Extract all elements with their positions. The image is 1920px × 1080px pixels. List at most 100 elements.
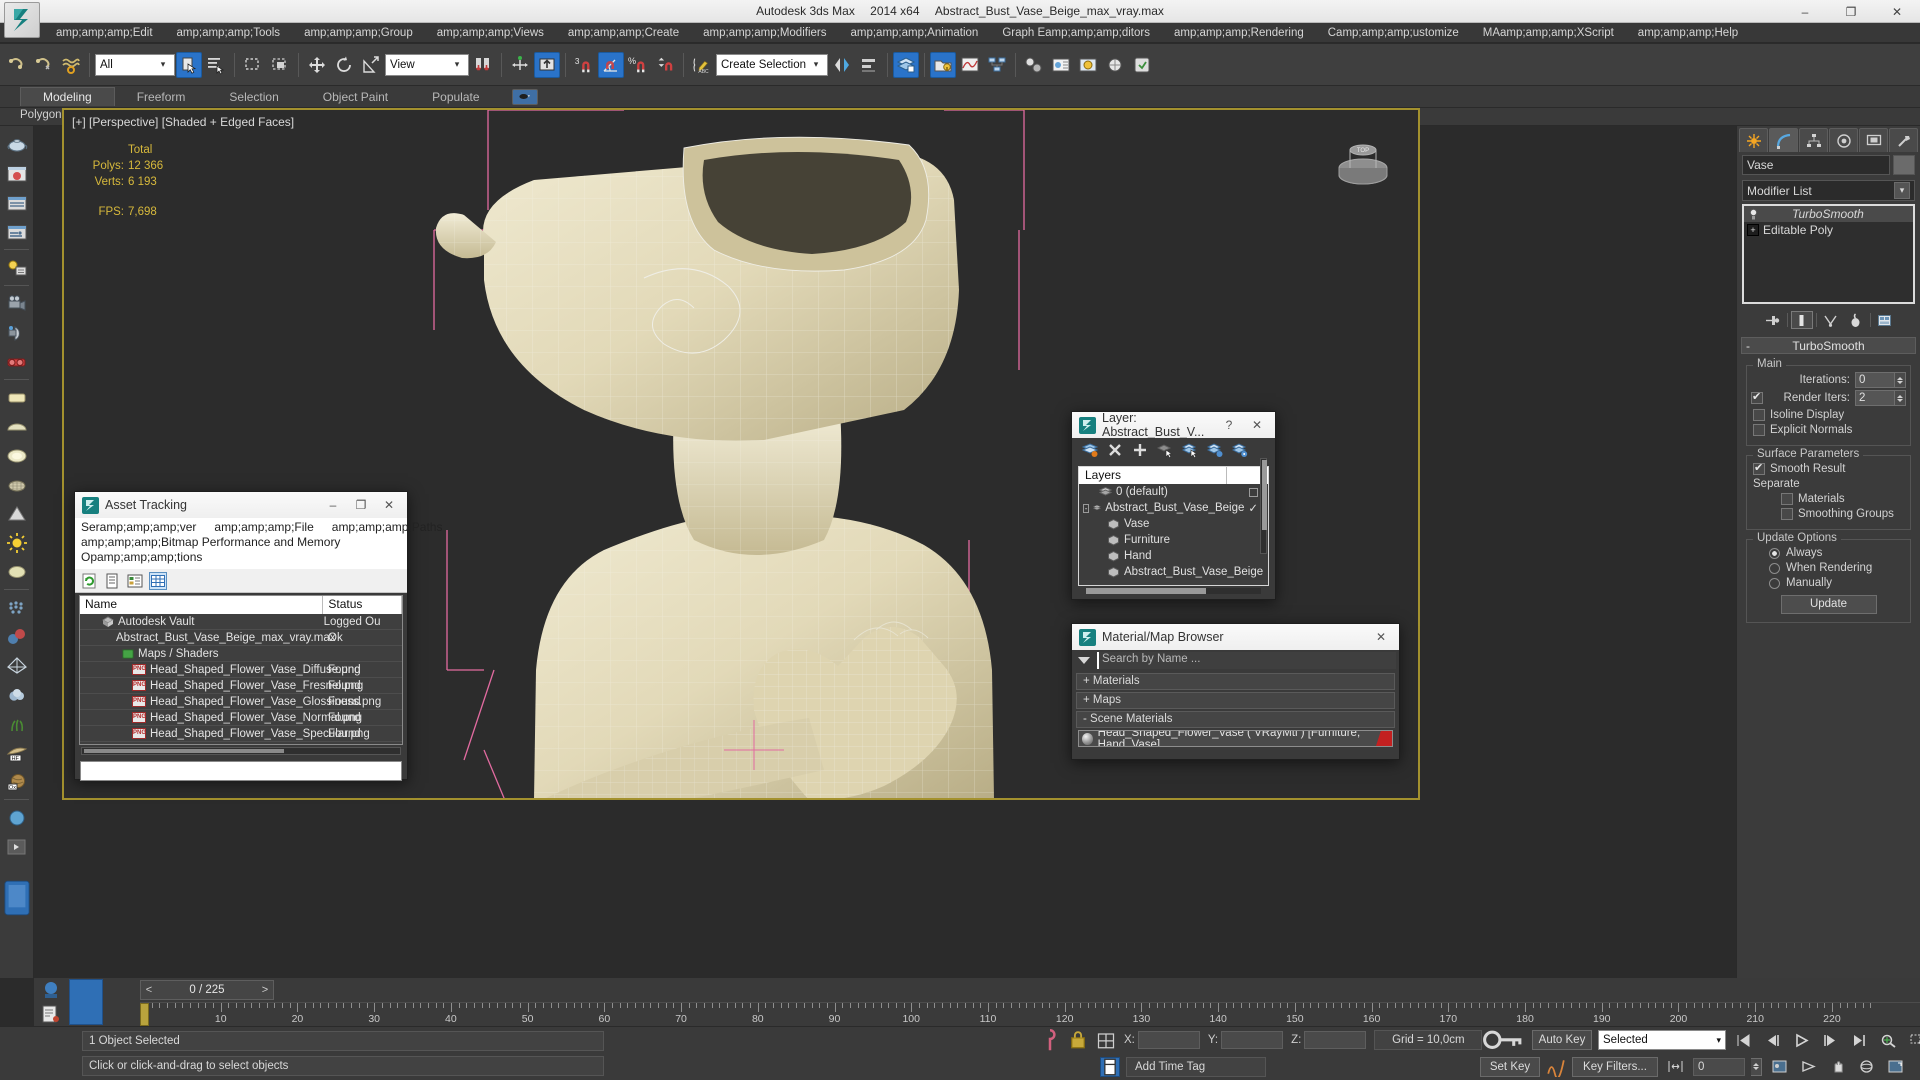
- dome-primitive-icon[interactable]: [2, 412, 32, 441]
- y-value[interactable]: [1221, 1031, 1284, 1049]
- render-production-icon[interactable]: [1102, 52, 1128, 78]
- object-paint-icon[interactable]: Ox: [2, 767, 32, 796]
- modifier-stack[interactable]: TurboSmooth + Editable Poly: [1742, 204, 1915, 304]
- asset-menu-server[interactable]: Seramp;amp;amp;ver: [81, 520, 196, 535]
- render-iters-checkbox[interactable]: [1751, 390, 1763, 404]
- sliders-panel-icon[interactable]: [2, 217, 32, 246]
- column-name[interactable]: Name: [80, 596, 324, 614]
- layer-manager-window[interactable]: Layer: Abstract_Bust_V... ? ✕ Layers 0 (…: [1071, 411, 1276, 600]
- asset-horizontal-scrollbar[interactable]: [81, 747, 401, 755]
- current-frame-field[interactable]: < 0 / 225 >: [140, 980, 274, 1000]
- rendered-frame-window-icon[interactable]: [1075, 52, 1101, 78]
- cone-primitive-icon[interactable]: [2, 499, 32, 528]
- highlight-selected-objects-icon[interactable]: [1206, 442, 1223, 461]
- material-preview-icon[interactable]: [2, 159, 32, 188]
- set-key-button[interactable]: Set Key: [1480, 1056, 1540, 1077]
- view-cube[interactable]: TOP: [1332, 128, 1394, 190]
- material-editor-icon[interactable]: [1021, 52, 1047, 78]
- teapot-icon[interactable]: [2, 130, 32, 159]
- previous-frame-icon[interactable]: [1761, 1030, 1784, 1051]
- select-by-name-icon[interactable]: [203, 52, 229, 78]
- z-coordinate-field[interactable]: Z:: [1291, 1031, 1367, 1049]
- list-item[interactable]: 0 (default): [1079, 484, 1268, 500]
- asset-menu-paths[interactable]: amp;amp;amp;Paths: [332, 520, 443, 535]
- update-button[interactable]: Update: [1780, 595, 1877, 614]
- select-objects-in-layer-icon[interactable]: [1156, 442, 1173, 461]
- timebar-toggle-button[interactable]: [69, 979, 103, 1025]
- list-item[interactable]: - Abstract_Bust_Vase_Beige ✓: [1079, 500, 1268, 516]
- scene-material-item[interactable]: Head_Shaped_Flower_Vase ( VRayMtl ) [Fur…: [1078, 730, 1393, 747]
- layer-help-button[interactable]: ?: [1215, 413, 1243, 438]
- z-value[interactable]: [1304, 1031, 1367, 1049]
- update-option-always[interactable]: Always: [1769, 547, 1904, 559]
- group-maps[interactable]: + Maps: [1076, 692, 1395, 709]
- current-key-field[interactable]: 0: [1693, 1057, 1745, 1076]
- table-row[interactable]: Autodesk Vault Logged Ou: [80, 614, 402, 630]
- delete-layer-icon[interactable]: [1107, 442, 1123, 461]
- menu-item-11[interactable]: amp;amp;amp;Help: [1626, 25, 1750, 41]
- layer-active-box[interactable]: [1249, 487, 1258, 497]
- plane-primitive-icon[interactable]: [2, 383, 32, 412]
- go-to-start-icon[interactable]: [1732, 1030, 1755, 1051]
- radio-always[interactable]: [1769, 547, 1780, 559]
- align-icon[interactable]: [856, 52, 882, 78]
- details-view-icon[interactable]: [126, 572, 144, 590]
- list-item[interactable]: Vase: [1079, 516, 1268, 532]
- editable-mesh-teapot-icon[interactable]: [2, 470, 32, 499]
- auto-key-button[interactable]: Auto Key: [1532, 1030, 1592, 1050]
- menu-item-8[interactable]: amp;amp;amp;Rendering: [1162, 25, 1316, 41]
- snaps-3-icon[interactable]: 3: [571, 52, 597, 78]
- menu-item-4[interactable]: amp;amp;amp;Create: [556, 25, 691, 41]
- update-option-manually[interactable]: Manually: [1769, 577, 1904, 589]
- table-row[interactable]: Maps / Shaders: [80, 646, 402, 662]
- x-value[interactable]: [1137, 1031, 1200, 1049]
- layer-column-layers[interactable]: Layers: [1079, 467, 1227, 484]
- menu-item-6[interactable]: amp;amp;amp;Animation: [838, 25, 990, 41]
- isoline-display-row[interactable]: Isoline Display: [1753, 409, 1904, 421]
- tab-modify[interactable]: [1769, 128, 1798, 152]
- restore-button[interactable]: ❐: [1828, 0, 1874, 23]
- select-and-zoom-icon[interactable]: [1768, 1056, 1791, 1077]
- named-selection-set-dropdown[interactable]: Create Selection Se ▾: [716, 53, 828, 76]
- render-iterative-icon[interactable]: [1129, 52, 1155, 78]
- stack-item-turbosmooth[interactable]: TurboSmooth: [1744, 206, 1913, 222]
- select-and-scale-icon[interactable]: [358, 52, 384, 78]
- play-animation-icon[interactable]: [1790, 1030, 1813, 1051]
- separate-materials-row[interactable]: Materials: [1781, 493, 1904, 505]
- angle-snap-toggle-icon[interactable]: [598, 51, 624, 78]
- stereo-camera-icon[interactable]: [2, 347, 32, 376]
- add-time-tag-button[interactable]: Add Time Tag: [1126, 1056, 1266, 1077]
- tab-hierarchy[interactable]: [1799, 128, 1828, 152]
- absolute-relative-toggle-icon[interactable]: [1096, 1031, 1116, 1049]
- asset-menu-file[interactable]: amp;amp;amp;File: [214, 520, 313, 535]
- mirror-icon[interactable]: [829, 52, 855, 78]
- asset-restore-button[interactable]: ❐: [347, 493, 375, 518]
- viewport-label[interactable]: [+] [Perspective] [Shaded + Edged Faces]: [72, 115, 294, 129]
- menu-item-2[interactable]: amp;amp;amp;Group: [292, 25, 425, 41]
- radio-manually[interactable]: [1769, 577, 1780, 589]
- spinner-arrows-icon[interactable]: [1895, 372, 1906, 388]
- next-frame-icon[interactable]: [1819, 1030, 1842, 1051]
- table-row[interactable]: PNG Head_Shaped_Flower_Vase_Diffuse.png …: [80, 662, 402, 678]
- ribbon-tab-populate[interactable]: Populate: [410, 88, 501, 106]
- lightbulb-settings-icon[interactable]: [2, 253, 32, 282]
- layer-vertical-scrollbar[interactable]: [1260, 458, 1267, 554]
- menu-item-5[interactable]: amp;amp;amp;Modifiers: [691, 25, 838, 41]
- zoom-extents-icon[interactable]: [1877, 1030, 1900, 1051]
- remove-modifier-icon[interactable]: [1845, 311, 1867, 329]
- time-tag-icon[interactable]: [1100, 1056, 1120, 1077]
- reference-coordinate-dropdown[interactable]: View ▾: [385, 53, 469, 76]
- asset-list[interactable]: Name Status Autodesk Vault Logged Ou Abs…: [79, 595, 403, 745]
- radio-when-rendering[interactable]: [1769, 562, 1780, 574]
- snaps-toggle-icon[interactable]: [534, 51, 560, 78]
- maximize-viewport-toggle-icon[interactable]: [1884, 1056, 1907, 1077]
- selection-filter-dropdown[interactable]: All ▾: [95, 53, 175, 76]
- edit-named-selection-sets-icon[interactable]: ABC: [689, 52, 715, 78]
- curve-toggle-icon[interactable]: [1546, 1058, 1566, 1077]
- grid-view-icon[interactable]: [149, 571, 167, 590]
- asset-menu-bitmap[interactable]: amp;amp;amp;Bitmap Performance and Memor…: [81, 535, 401, 550]
- asset-minimize-button[interactable]: –: [319, 493, 347, 518]
- add-to-layer-icon[interactable]: [1132, 442, 1148, 461]
- separate-smoothing-checkbox[interactable]: [1781, 508, 1793, 520]
- redo-icon[interactable]: [31, 52, 57, 78]
